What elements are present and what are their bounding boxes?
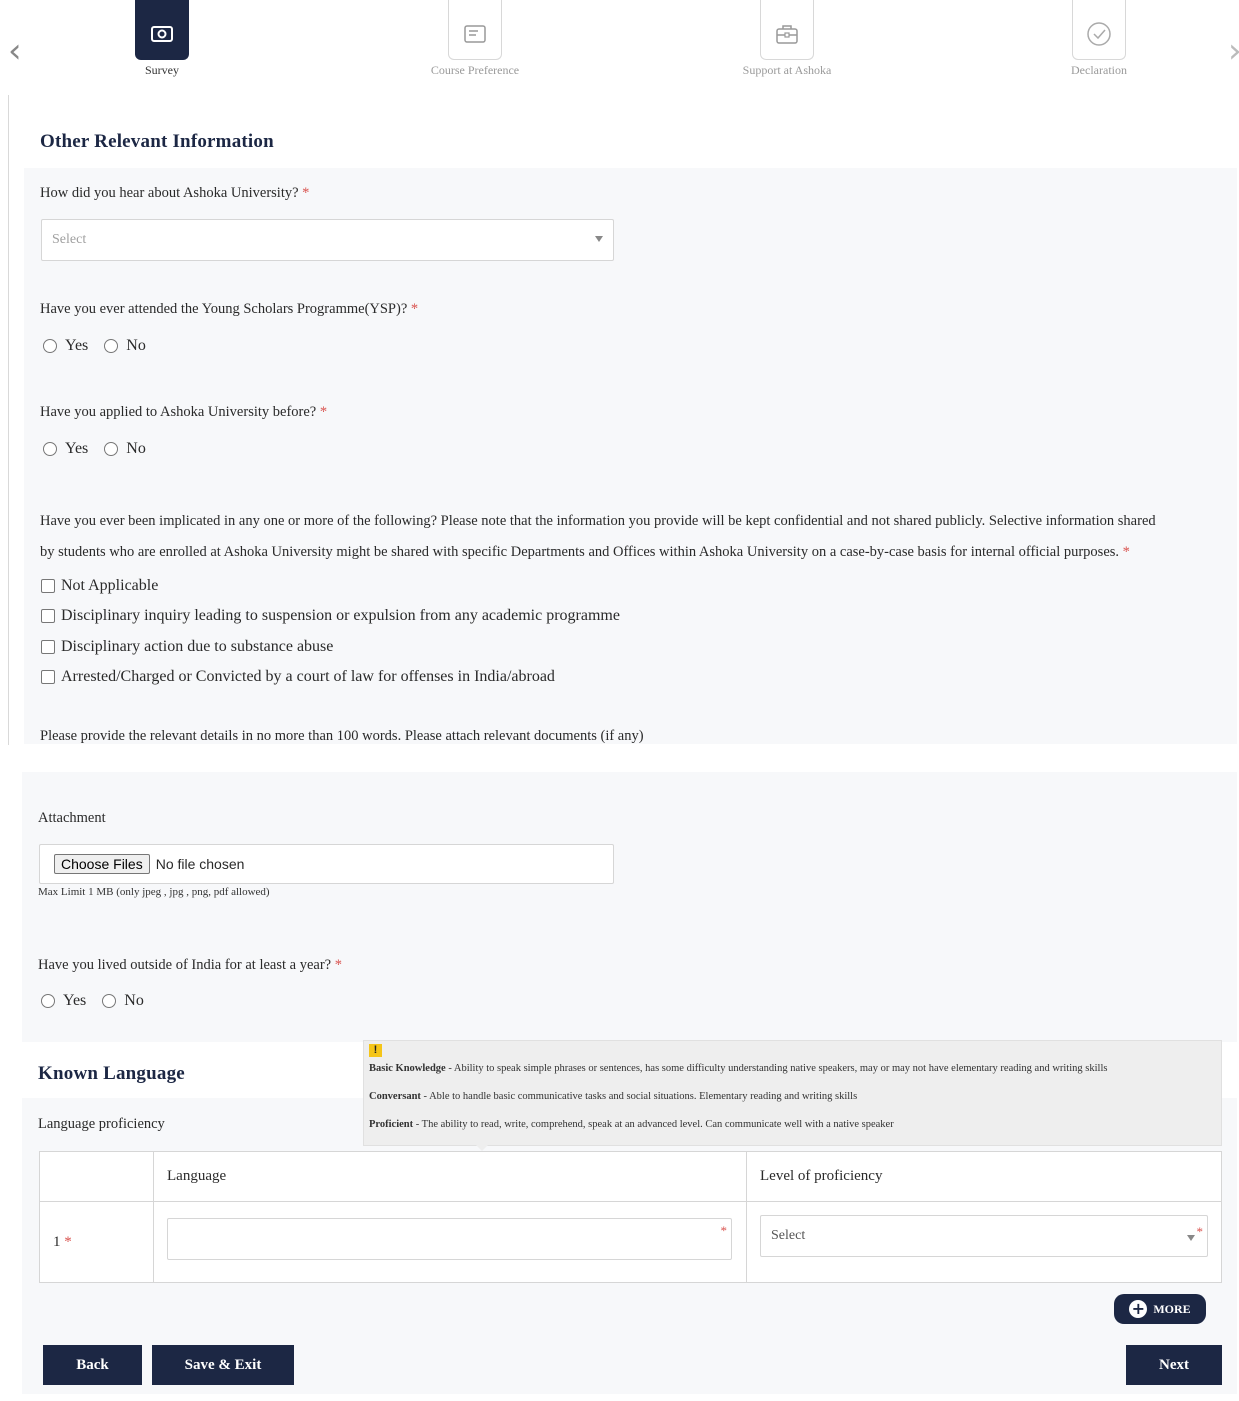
header-level: Level of proficiency <box>746 1151 1222 1202</box>
question-hear-about: How did you hear about Ashoka University… <box>40 185 310 201</box>
question-applied-before: Have you applied to Ashoka University be… <box>40 404 328 420</box>
save-exit-button[interactable]: Save & Exit <box>152 1345 294 1385</box>
step-course-preference[interactable]: Course Preference <box>405 0 545 78</box>
header-language: Language <box>153 1151 747 1202</box>
question-ysp: Have you ever attended the Young Scholar… <box>40 301 419 317</box>
file-status: No file chosen <box>155 856 245 872</box>
attachment-panel <box>22 772 1237 1042</box>
next-button[interactable]: Next <box>1126 1345 1222 1385</box>
ysp-yes-radio[interactable]: Yes <box>43 337 88 355</box>
hear-about-select[interactable]: Select <box>41 219 614 261</box>
proficiency-select[interactable]: Select * <box>760 1215 1208 1257</box>
divider <box>8 95 9 745</box>
warning-icon: ! <box>369 1044 382 1057</box>
tooltip-basic: Basic Knowledge - Ability to speak simpl… <box>369 1063 1108 1074</box>
applied-radio-group: Yes No <box>43 440 162 458</box>
details-note: Please provide the relevant details in n… <box>40 728 644 744</box>
step-declaration[interactable]: Declaration <box>1029 0 1169 78</box>
checkbox-disciplinary-inquiry[interactable]: Disciplinary inquiry leading to suspensi… <box>41 607 620 625</box>
lived-outside-radio-group: Yes No <box>41 992 160 1010</box>
applied-yes-radio[interactable]: Yes <box>43 440 88 458</box>
step-survey[interactable]: Survey <box>92 0 232 78</box>
question-lived-outside: Have you lived outside of India for at l… <box>38 957 342 973</box>
next-arrow-icon[interactable]: › <box>1228 36 1239 66</box>
table-header-row: Language Level of proficiency <box>39 1151 1222 1202</box>
step-label: Survey <box>145 63 179 77</box>
banknote-icon <box>135 0 189 60</box>
checkbox-substance-abuse[interactable]: Disciplinary action due to substance abu… <box>41 638 333 656</box>
lived-outside-no-radio[interactable]: No <box>102 992 144 1010</box>
back-button[interactable]: Back <box>43 1345 142 1385</box>
question-implicated: Have you ever been implicated in any one… <box>40 513 1156 560</box>
applied-no-radio[interactable]: No <box>104 440 146 458</box>
row-index: 1 * <box>39 1201 154 1283</box>
choose-files-button[interactable]: Choose Files <box>54 854 150 874</box>
header-index <box>39 1151 154 1202</box>
section-title-other-info: Other Relevant Information <box>40 131 274 152</box>
attachment-label: Attachment <box>38 810 106 826</box>
step-label: Support at Ashoka <box>742 63 832 77</box>
tooltip-proficient: Proficient - The ability to read, write,… <box>369 1119 894 1130</box>
checkbox-not-applicable[interactable]: Not Applicable <box>41 577 158 595</box>
tooltip-conversant: Conversant - Able to handle basic commun… <box>369 1091 858 1102</box>
select-placeholder: Select <box>771 1228 806 1243</box>
lived-outside-yes-radio[interactable]: Yes <box>41 992 86 1010</box>
document-icon <box>448 0 502 60</box>
ysp-no-radio[interactable]: No <box>104 337 146 355</box>
language-proficiency-label: Language proficiency <box>38 1116 165 1132</box>
checkbox-arrested[interactable]: Arrested/Charged or Convicted by a court… <box>41 668 555 686</box>
attachment-file-input[interactable]: Choose Files No file chosen <box>39 844 614 884</box>
briefcase-icon <box>760 0 814 60</box>
step-support-at-ashoka[interactable]: Support at Ashoka <box>717 0 857 78</box>
attachment-hint: Max Limit 1 MB (only jpeg , jpg , png, p… <box>38 886 270 898</box>
check-circle-icon <box>1072 0 1126 60</box>
step-label: Course Preference <box>430 63 520 77</box>
caret-down-icon <box>1187 1235 1195 1241</box>
plus-circle-icon: + <box>1129 1300 1148 1318</box>
proficiency-tooltip: ! Basic Knowledge - Ability to speak sim… <box>363 1040 1222 1151</box>
select-placeholder: Select <box>52 232 87 247</box>
section-title-known-language: Known Language <box>38 1063 185 1084</box>
more-button[interactable]: + MORE <box>1114 1294 1206 1324</box>
ysp-radio-group: Yes No <box>43 337 162 355</box>
step-label: Declaration <box>1071 63 1127 77</box>
previous-arrow-icon[interactable]: ‹ <box>8 34 30 68</box>
caret-down-icon <box>595 236 603 242</box>
language-input[interactable]: * <box>167 1218 732 1260</box>
